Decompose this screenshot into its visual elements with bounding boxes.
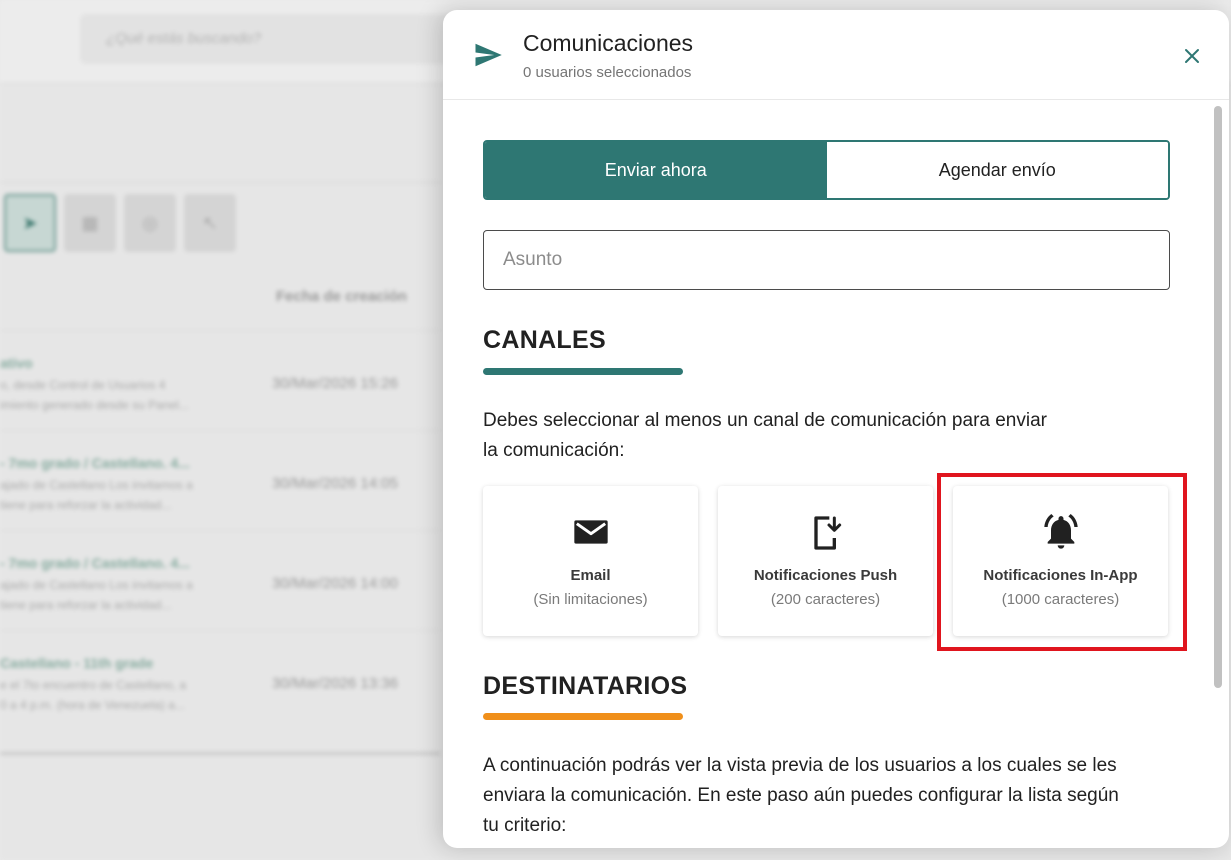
row-title: - 7mo grado / Castellano. 4...: [0, 555, 190, 571]
table-row: - 7mo grado / Castellano. 4... ajado de …: [0, 530, 440, 630]
background-calendar-icon: ▦: [64, 194, 116, 252]
channel-limit: (1000 caracteres): [1001, 591, 1120, 608]
row-desc: imiento generado desde su Panel...: [0, 398, 189, 412]
row-desc: tiene para reforzar la actividad...: [0, 498, 172, 512]
channel-name: Notificaciones In-App: [983, 567, 1138, 584]
background-settings-icon: ◎: [124, 194, 176, 252]
channel-limit: (Sin limitaciones): [533, 591, 648, 608]
row-desc: o, desde Control de Usuarios 4: [0, 378, 166, 392]
recipients-description-line: A continuación podrás ver la vista previ…: [483, 755, 1117, 776]
channel-limit: (200 caracteres): [770, 591, 881, 608]
tab-send-now[interactable]: Enviar ahora: [485, 142, 827, 198]
row-title: Castellano - 11th grade: [0, 655, 154, 671]
background-table: ativo o, desde Control de Usuarios 4 imi…: [0, 330, 440, 752]
background-divider: [0, 182, 440, 183]
modal-subtitle: 0 usuarios seleccionados: [523, 64, 692, 81]
recipients-description-line: enviara la comunicación. En este paso aú…: [483, 785, 1119, 806]
background-column-header: Fecha de creación: [276, 288, 407, 305]
row-title: ativo: [0, 355, 33, 371]
table-row: - 7mo grado / Castellano. 4... ajado de …: [0, 430, 440, 530]
channel-card-push[interactable]: Notificaciones Push (200 caracteres): [718, 486, 933, 636]
background-toolbar: ➤ ▦ ◎ ↖: [4, 194, 236, 252]
table-row: Castellano - 11th grade e el 7to encuent…: [0, 630, 440, 730]
row-desc: tiene para reforzar la actividad...: [0, 598, 172, 612]
row-desc: ajado de Castellano Los invitamos a: [0, 578, 193, 592]
modal-scrollbar[interactable]: [1214, 106, 1222, 688]
background-bottom-border: [0, 752, 440, 755]
channels-description: Debes seleccionar al menos un canal de c…: [483, 406, 1047, 466]
channels-description-line: la comunicación:: [483, 440, 625, 461]
background-send-icon: ➤: [4, 194, 56, 252]
row-desc: e el 7to encuentro de Castellano, a: [0, 678, 187, 692]
recipients-heading: DESTINATARIOS: [483, 672, 688, 700]
bell-ring-icon: [1043, 514, 1078, 549]
send-mode-toggle: Enviar ahora Agendar envío: [483, 140, 1170, 200]
close-icon[interactable]: [1180, 44, 1204, 68]
row-date: 30/Mar/2026 13:36: [272, 675, 398, 692]
row-desc: 0 a 4 p.m. (hora de Venezuela) a...: [0, 698, 185, 712]
tab-schedule[interactable]: Agendar envío: [826, 142, 1168, 198]
modal-header: Comunicaciones 0 usuarios seleccionados: [443, 10, 1229, 100]
email-icon: [573, 520, 608, 544]
table-row: ativo o, desde Control de Usuarios 4 imi…: [0, 330, 440, 430]
background-cursor-icon: ↖: [184, 194, 236, 252]
recipients-description-line: tu criterio:: [483, 815, 567, 836]
row-date: 30/Mar/2026 14:05: [272, 475, 398, 492]
communications-modal: Comunicaciones 0 usuarios seleccionados …: [443, 10, 1229, 848]
background-search-input: ¿Qué estás buscando?: [80, 14, 460, 64]
row-title: - 7mo grado / Castellano. 4...: [0, 455, 190, 471]
channels-underline: [483, 368, 683, 375]
channel-name: Notificaciones Push: [753, 567, 898, 584]
channel-card-in-app[interactable]: Notificaciones In-App (1000 caracteres): [953, 486, 1168, 636]
channel-name: Email: [570, 567, 611, 584]
row-date: 30/Mar/2026 14:00: [272, 575, 398, 592]
subject-input[interactable]: [483, 230, 1170, 290]
channels-description-line: Debes seleccionar al menos un canal de c…: [483, 410, 1047, 431]
phone-download-icon: [813, 516, 841, 550]
row-desc: ajado de Castellano Los invitamos a: [0, 478, 193, 492]
row-date: 30/Mar/2026 15:26: [272, 375, 398, 392]
channel-card-email[interactable]: Email (Sin limitaciones): [483, 486, 698, 636]
channels-heading: CANALES: [483, 326, 606, 354]
modal-title: Comunicaciones: [523, 30, 694, 56]
recipients-underline: [483, 713, 683, 720]
send-icon: [475, 43, 502, 67]
recipients-description: A continuación podrás ver la vista previ…: [483, 751, 1119, 841]
